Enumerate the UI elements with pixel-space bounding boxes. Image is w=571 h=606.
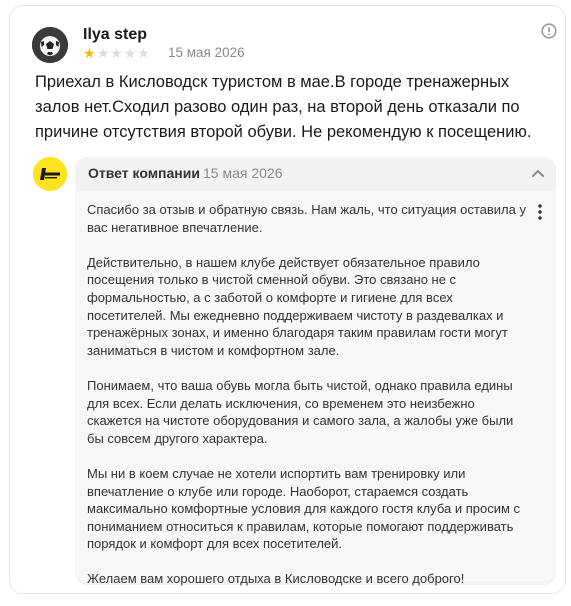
company-reply: Ответ компании 15 мая 2026 Спасибо за от…: [75, 157, 556, 586]
company-reply-body: Спасибо за отзыв и обратную связь. Нам ж…: [75, 191, 556, 586]
company-reply-heading: Ответ компании: [88, 165, 200, 181]
reply-paragraph: Спасибо за отзыв и обратную связь. Нам ж…: [87, 202, 526, 235]
company-reply-text: Спасибо за отзыв и обратную связь. Нам ж…: [87, 201, 527, 606]
reply-paragraph: Действительно, в нашем клубе действует о…: [87, 254, 508, 358]
info-icon[interactable]: [541, 23, 557, 39]
reply-paragraph: Понимаем, что ваша обувь могла быть чист…: [87, 377, 514, 446]
company-reply-date: 15 мая 2026: [203, 165, 283, 181]
star-icon: ★: [96, 45, 110, 61]
more-vertical-icon[interactable]: [534, 203, 546, 221]
reply-paragraph: Желаем вам хорошего отдыха в Кисловодске…: [87, 571, 465, 587]
review-card: Ilya step ★ ★ ★ ★ ★ 15 мая 2026 Приехал в Ки…: [9, 5, 566, 594]
author-name[interactable]: Ilya step: [83, 26, 147, 44]
star-icon: ★: [137, 45, 150, 61]
star-icon: ★: [110, 45, 123, 61]
author-avatar[interactable]: [32, 27, 68, 63]
company-logo[interactable]: [33, 157, 67, 191]
star-icon: ★: [83, 45, 96, 61]
review-date: 15 мая 2026: [168, 45, 245, 60]
soccer-ball-icon: [32, 27, 68, 63]
star-icon: ★: [123, 45, 137, 61]
chevron-up-icon[interactable]: [531, 166, 545, 180]
rating-stars: ★ ★ ★ ★ ★: [83, 46, 150, 60]
review-text: Приехал в Кисловодск туристом в мае.В го…: [35, 73, 532, 141]
reply-paragraph: Мы ни в коем случае не хотели испортить …: [87, 465, 520, 552]
